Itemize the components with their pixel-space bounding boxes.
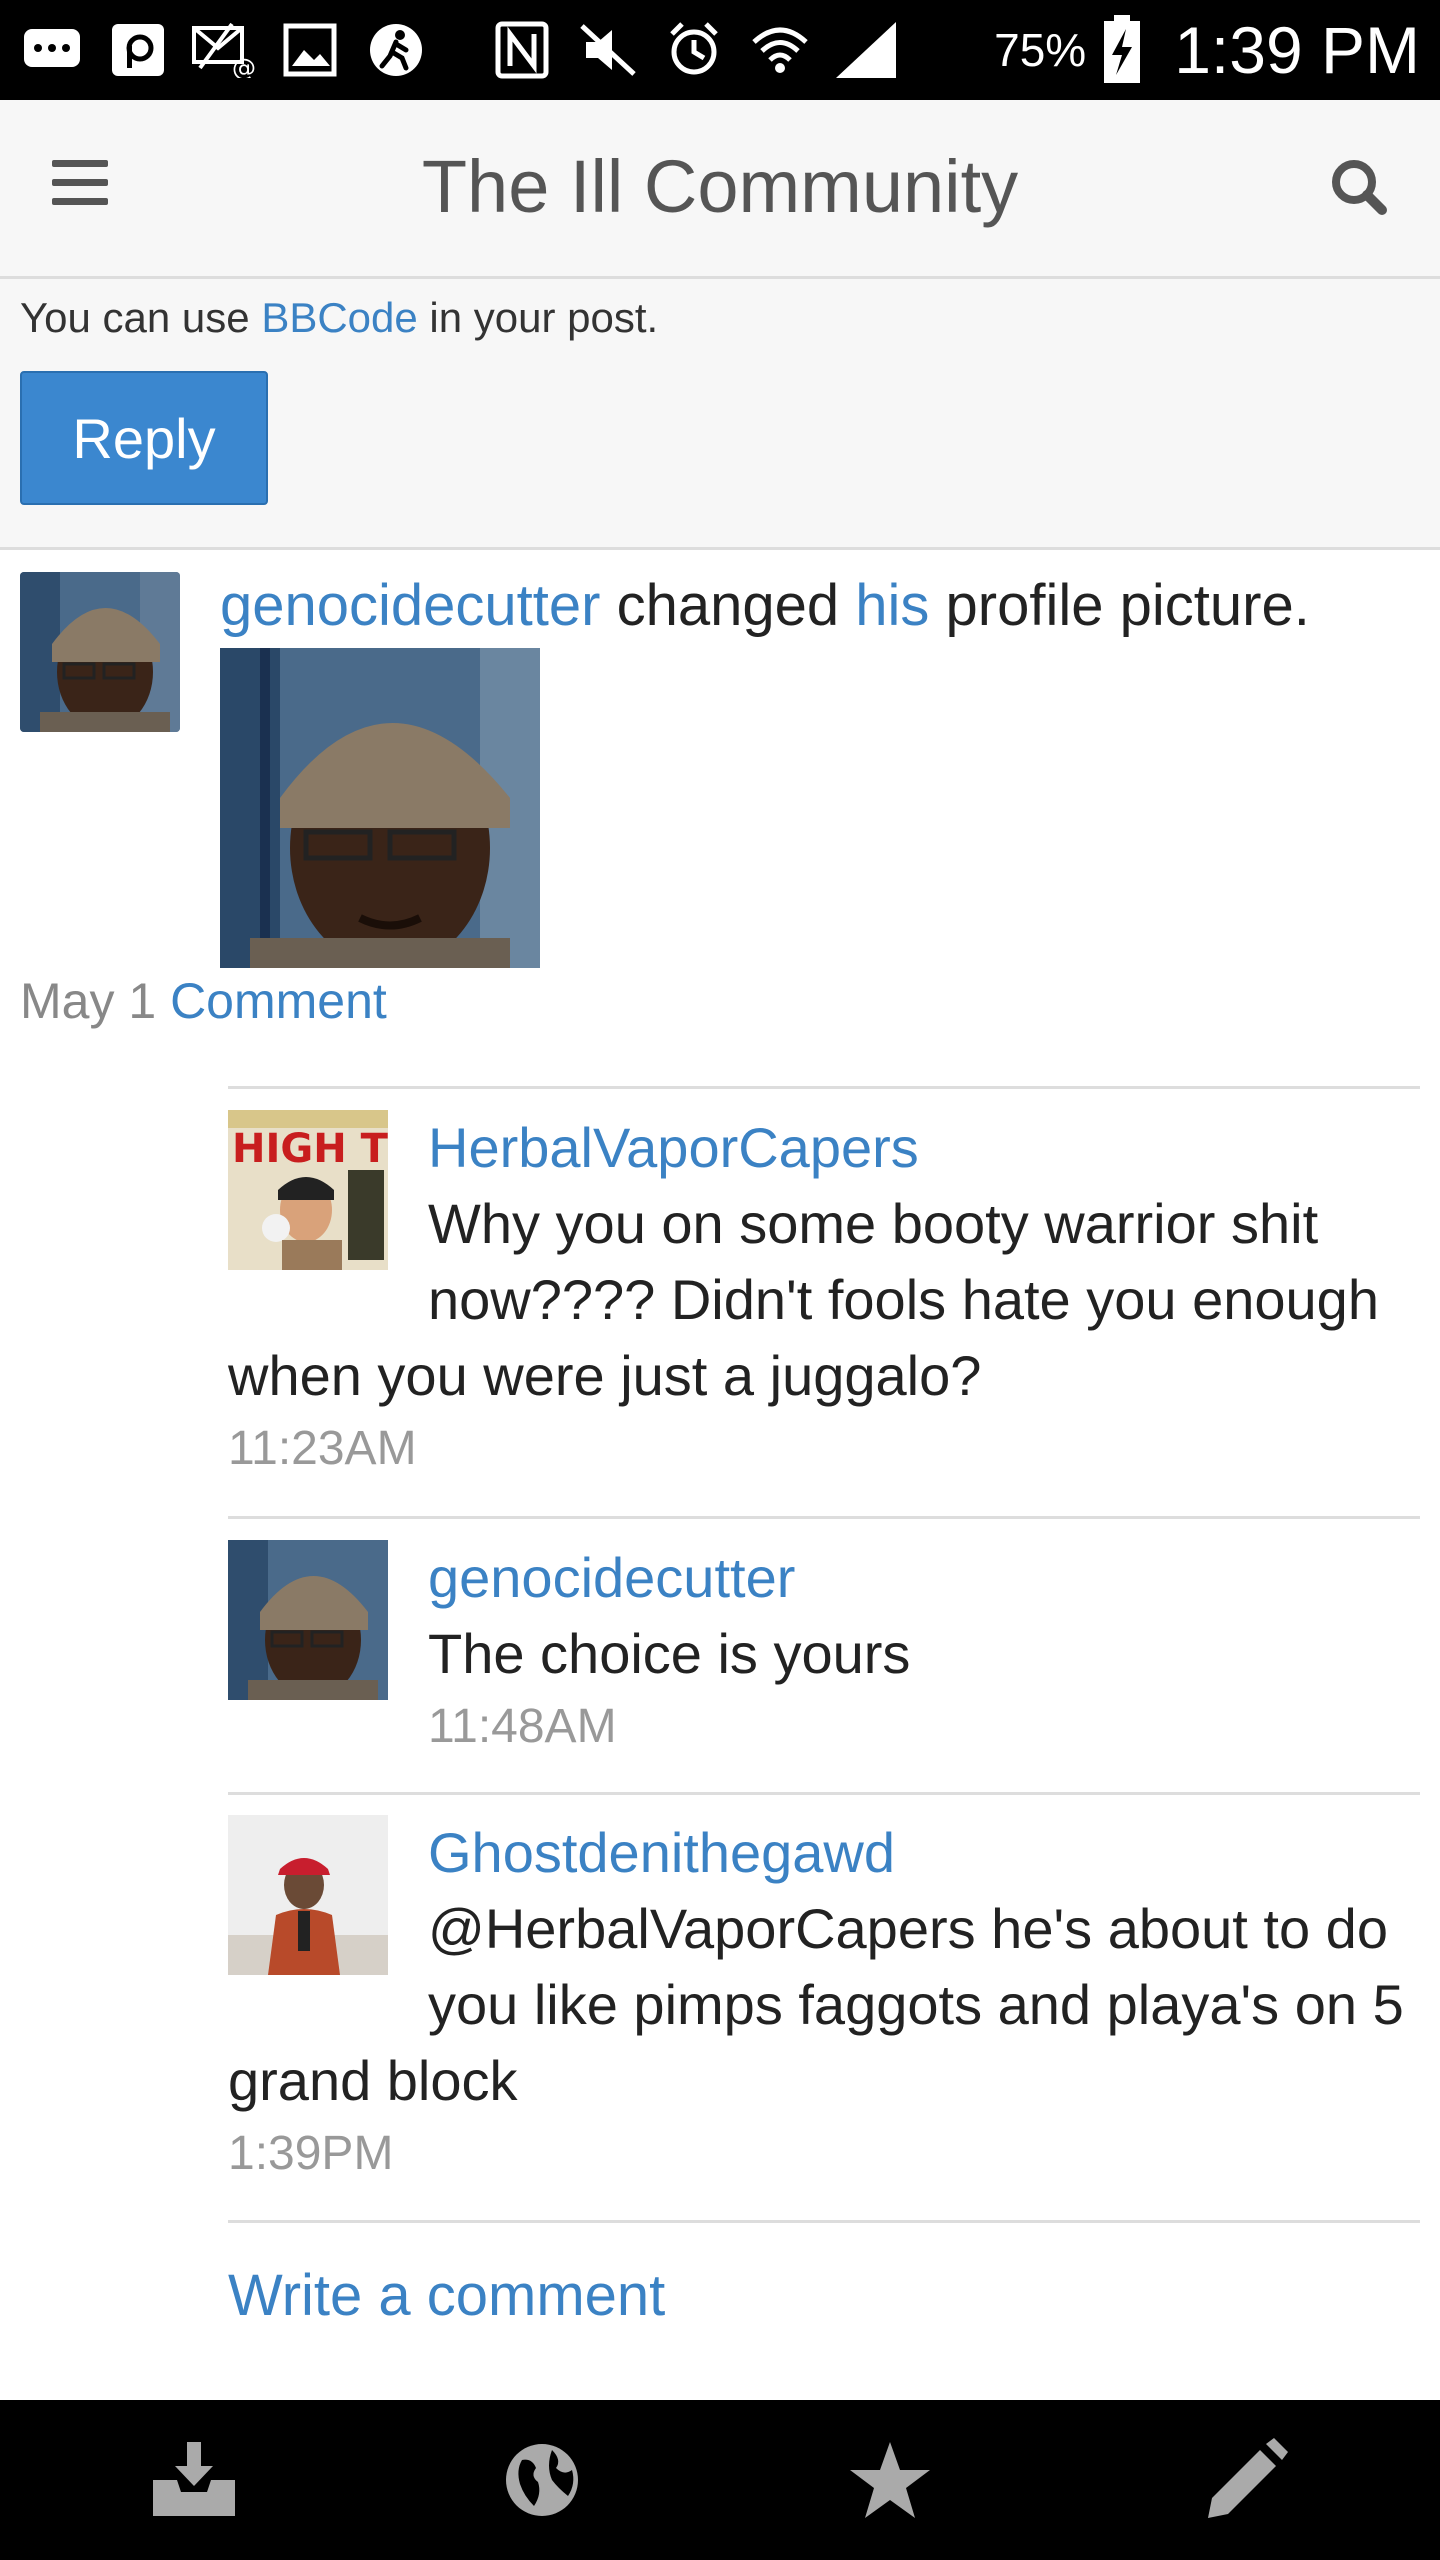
avatar[interactable]: HIGH TIMES	[228, 1110, 388, 1270]
profile-picture-image	[220, 648, 540, 968]
comment-time: 1:39PM	[228, 2127, 394, 2180]
runner-icon	[364, 18, 428, 82]
p-app-icon	[106, 18, 170, 82]
comment-time: 11:23AM	[228, 1422, 417, 1475]
search-icon[interactable]	[1320, 148, 1400, 228]
comment-item: genocidecutter The choice is yours 11:48…	[228, 1540, 1420, 1762]
avatar-image	[228, 1540, 388, 1700]
avatar[interactable]	[228, 1815, 388, 1975]
app-header: The Ill Community	[0, 100, 1440, 279]
post-header: genocidecutter changed his profile pictu…	[220, 573, 1310, 638]
avatar[interactable]	[20, 572, 180, 732]
inbox-icon[interactable]	[144, 2430, 244, 2530]
avatar[interactable]	[228, 1540, 388, 1700]
post-author-link[interactable]: genocidecutter	[220, 573, 600, 638]
comment-text: @HerbalVaporCapers he's about to do you …	[228, 1897, 1404, 2112]
page-title: The Ill Community	[421, 145, 1019, 228]
comment-link[interactable]: Comment	[170, 973, 387, 1029]
reply-area: You can use BBCode in your post. Reply	[0, 279, 1440, 550]
comment-item: Ghostdenithegawd @HerbalVaporCapers he's…	[228, 1815, 1420, 2189]
battery-charging-icon	[1104, 15, 1141, 83]
comment-author-link[interactable]: genocidecutter	[228, 1540, 1420, 1616]
svg-text:HIGH TIMES: HIGH TIMES	[232, 1126, 388, 1172]
avatar-image: HIGH TIMES	[228, 1110, 388, 1270]
status-time: 1:39 PM	[1174, 13, 1420, 87]
comment-author-link[interactable]: Ghostdenithegawd	[228, 1815, 1420, 1891]
post-image[interactable]	[220, 648, 540, 968]
divider	[228, 1516, 1420, 1519]
post-date: May 1	[20, 973, 157, 1029]
avatar-image	[228, 1815, 388, 1975]
post-meta: May 1 Comment	[20, 972, 387, 1030]
comment-text: The choice is yours	[428, 1622, 911, 1685]
mail-icon: @	[192, 18, 256, 82]
pencil-icon[interactable]	[1196, 2430, 1296, 2530]
bbcode-note: You can use BBCode in your post.	[20, 294, 659, 341]
battery-percent: 75%	[994, 24, 1087, 76]
svg-text:@: @	[232, 54, 256, 78]
bbcode-link[interactable]: BBCode	[261, 294, 417, 341]
divider	[228, 2220, 1420, 2223]
comment-time: 11:48AM	[428, 1700, 617, 1753]
comment-item: HIGH TIMES HerbalVaporCapers Why you on …	[228, 1110, 1420, 1484]
divider	[228, 1086, 1420, 1089]
status-bar: @ 75% 1:39 PM	[0, 0, 1440, 100]
star-icon[interactable]	[840, 2430, 940, 2530]
wifi-icon	[748, 18, 812, 82]
gallery-icon	[278, 18, 342, 82]
comment-text: Why you on some booty warrior shit now??…	[228, 1192, 1379, 1407]
divider	[228, 1792, 1420, 1795]
reply-button[interactable]: Reply	[20, 371, 268, 505]
nfc-icon	[490, 18, 554, 82]
possessive-link[interactable]: his	[855, 573, 929, 638]
alarm-icon	[662, 18, 726, 82]
avatar-image	[20, 572, 180, 732]
write-comment-link[interactable]: Write a comment	[228, 2262, 665, 2329]
signal-icon	[834, 18, 898, 82]
comment-author-link[interactable]: HerbalVaporCapers	[228, 1110, 1420, 1186]
globe-icon[interactable]	[492, 2430, 592, 2530]
bottom-nav	[0, 2400, 1440, 2560]
message-icon	[20, 18, 84, 82]
mute-icon	[576, 18, 640, 82]
